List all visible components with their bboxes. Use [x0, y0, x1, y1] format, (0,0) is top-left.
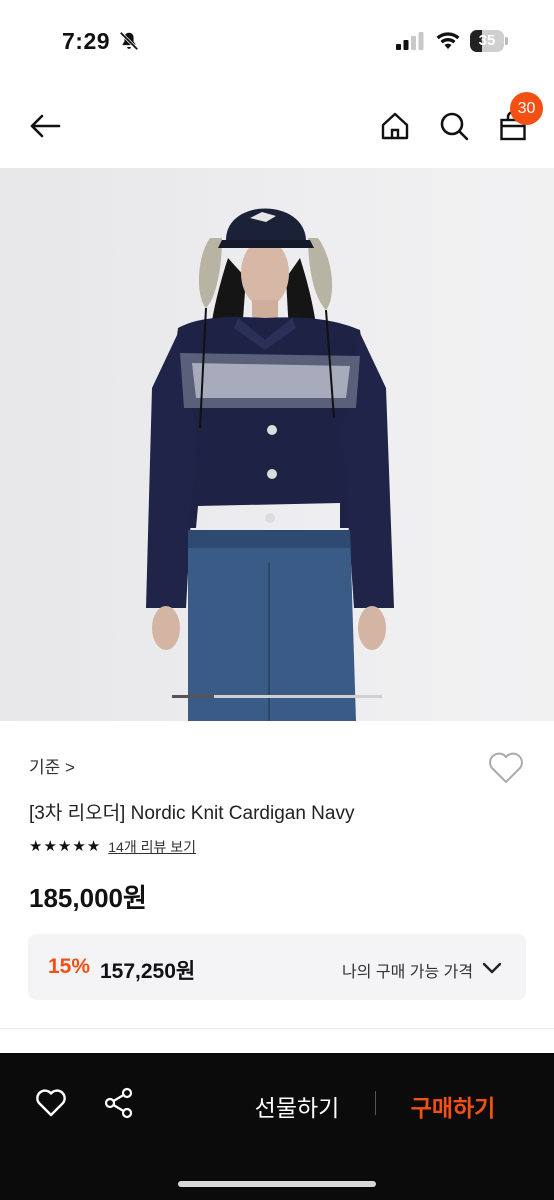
home-button[interactable]	[373, 104, 417, 148]
product-image[interactable]	[0, 168, 554, 721]
wishlist-button[interactable]	[486, 748, 526, 788]
chevron-down-icon	[482, 962, 502, 974]
rating-row: ★ ★ ★ ★ ★ 14개 리뷰 보기	[29, 836, 196, 858]
wifi-icon	[436, 32, 460, 49]
battery-indicator: 35	[470, 30, 508, 52]
battery-percent: 35	[478, 32, 496, 49]
back-arrow-icon	[30, 114, 61, 138]
buy-button[interactable]: 구매하기	[390, 1089, 516, 1123]
share-icon	[104, 1087, 133, 1119]
brand-link[interactable]: 기준 >	[29, 753, 75, 778]
rating-stars: ★ ★ ★ ★ ★	[29, 837, 100, 857]
bottom-wishlist-button[interactable]	[31, 1083, 71, 1123]
review-link[interactable]: 14개 리뷰 보기	[108, 837, 196, 857]
cart-count-badge: 30	[510, 92, 543, 125]
star-icon: ★	[72, 838, 86, 855]
bell-muted-icon	[119, 31, 139, 51]
status-time: 7:29	[62, 28, 111, 54]
share-button[interactable]	[99, 1083, 139, 1123]
divider	[375, 1091, 376, 1115]
star-icon: ★	[57, 838, 72, 855]
home-indicator	[178, 1181, 376, 1187]
image-slide-indicator	[172, 695, 382, 698]
discount-price: 157,250원	[100, 960, 196, 983]
my-price-dropdown[interactable]: 15% 157,250원 나의 구매 가능 가격	[28, 934, 526, 1000]
gift-button[interactable]: 선물하기	[232, 1089, 362, 1123]
back-button[interactable]	[23, 104, 67, 148]
star-icon: ★	[43, 838, 57, 855]
product-photo	[146, 208, 394, 721]
cellular-signal-icon	[396, 32, 424, 50]
star-icon: ★	[86, 838, 101, 855]
product-name: [3차 리오더] Nordic Knit Cardigan Navy	[29, 803, 355, 824]
top-navigation	[0, 84, 554, 168]
heart-outline-icon	[489, 752, 523, 783]
bottom-action-bar: 선물하기 구매하기	[0, 1053, 554, 1200]
star-icon: ★	[29, 838, 43, 855]
heart-outline-icon	[36, 1089, 66, 1117]
search-button[interactable]	[432, 104, 476, 148]
slide-indicator-active	[172, 695, 214, 698]
divider	[0, 1028, 554, 1029]
status-bar: 7:29 35	[0, 0, 554, 80]
product-price: 185,000원	[29, 883, 147, 913]
discount-percent: 15%	[48, 955, 91, 978]
search-icon	[440, 112, 469, 141]
my-price-label: 나의 구매 가능 가격	[342, 964, 474, 981]
home-icon	[381, 112, 409, 140]
